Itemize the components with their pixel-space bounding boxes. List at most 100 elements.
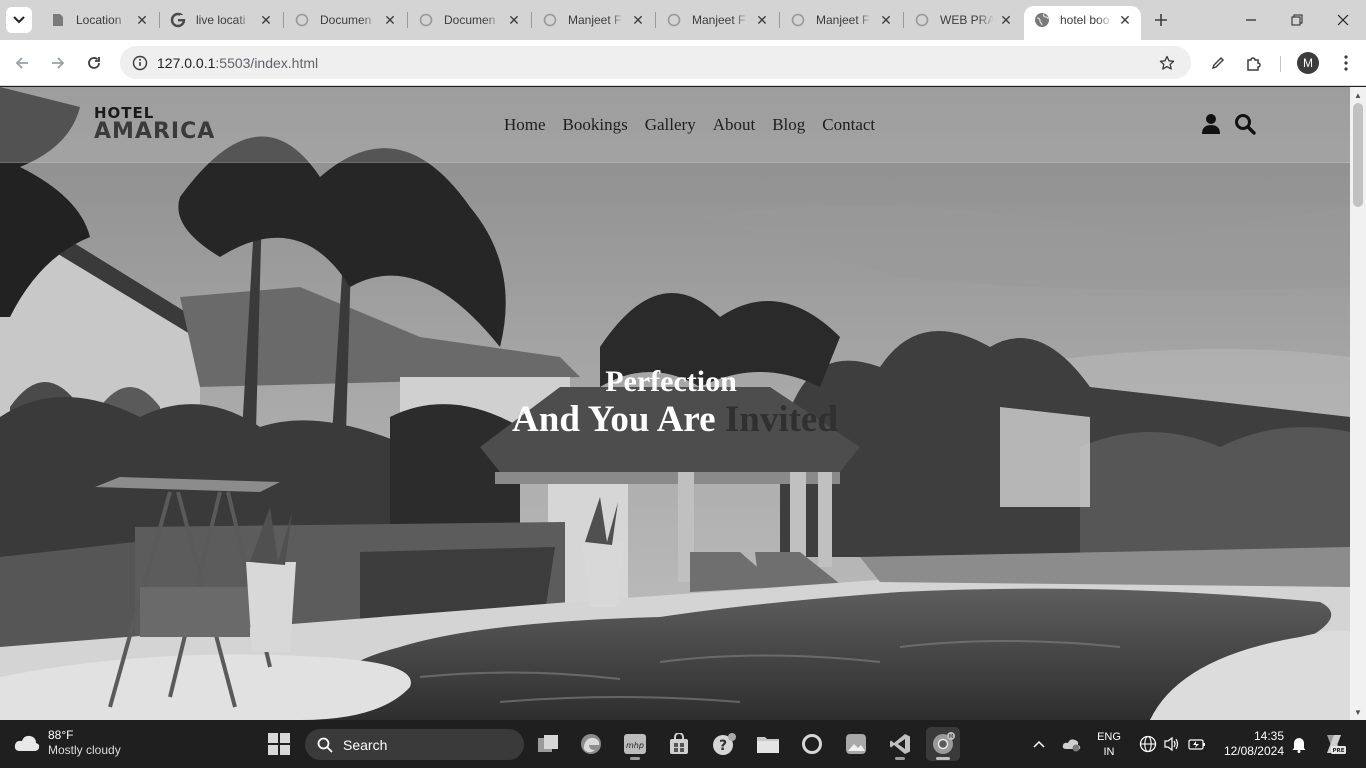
chevron-up-icon xyxy=(1033,740,1045,748)
weather-temperature: 88°F xyxy=(48,728,74,742)
tab-search-button[interactable] xyxy=(6,7,32,33)
close-tab-icon[interactable]: ✕ xyxy=(1117,12,1133,28)
site-header: HOTEL AMARICA Home Bookings Gallery Abou… xyxy=(0,87,1350,163)
scroll-down-arrow-icon[interactable]: ▼ xyxy=(1350,704,1366,720)
battery-charging-icon xyxy=(1188,739,1205,750)
browser-toolbar: 127.0.0.1:5503/index.html M xyxy=(0,40,1366,86)
new-tab-button[interactable] xyxy=(1150,9,1172,31)
system-clock[interactable]: 14:35 12/08/2024 xyxy=(1210,729,1284,759)
browser-tab[interactable]: Manjeet F ✕ xyxy=(532,6,654,34)
taskbar-mhp-app[interactable]: mhp xyxy=(618,727,652,761)
running-indicator xyxy=(895,757,905,760)
taskbar-file-explorer[interactable] xyxy=(751,727,785,761)
arrow-left-icon xyxy=(15,57,28,69)
chrome-menu-button[interactable] xyxy=(1333,50,1359,76)
restore-button[interactable] xyxy=(1274,6,1320,34)
nav-blog[interactable]: Blog xyxy=(772,115,805,135)
running-indicator xyxy=(630,757,640,760)
page-scrollbar[interactable]: ▲ ▼ xyxy=(1350,87,1366,720)
speaker-icon xyxy=(1164,736,1179,752)
taskbar-help[interactable]: ? xyxy=(707,727,741,761)
tab-title: Location xyxy=(76,13,122,27)
browser-tab[interactable]: WEB PRA ✕ xyxy=(904,6,1022,34)
browser-tab[interactable]: Documen ✕ xyxy=(408,6,530,34)
close-tab-icon[interactable]: ✕ xyxy=(134,12,150,28)
show-hidden-icons-button[interactable] xyxy=(1029,734,1049,754)
onedrive-tray[interactable] xyxy=(1062,734,1082,754)
lang-eng: ENG xyxy=(1097,731,1121,743)
taskbar-vscode[interactable] xyxy=(883,727,917,761)
extensions-button[interactable] xyxy=(1241,50,1267,76)
user-icon[interactable] xyxy=(1200,113,1222,135)
nav-about[interactable]: About xyxy=(713,115,756,135)
taskbar-edge[interactable] xyxy=(574,727,608,761)
nav-home[interactable]: Home xyxy=(504,115,546,135)
close-tab-icon[interactable]: ✕ xyxy=(382,12,398,28)
loading-favicon-icon xyxy=(790,12,806,28)
forward-button[interactable] xyxy=(45,50,71,76)
nav-bookings[interactable]: Bookings xyxy=(563,115,628,135)
restore-icon xyxy=(1291,14,1303,26)
close-tab-icon[interactable]: ✕ xyxy=(754,12,770,28)
close-tab-icon[interactable]: ✕ xyxy=(258,12,274,28)
minimize-button[interactable] xyxy=(1228,6,1274,34)
site-logo[interactable]: HOTEL AMARICA xyxy=(94,105,215,143)
copilot-preview-button[interactable]: PRE xyxy=(1321,732,1347,756)
back-button[interactable] xyxy=(9,50,35,76)
cloud-sync-icon xyxy=(1062,739,1081,752)
bookmark-button[interactable] xyxy=(1156,52,1178,74)
clock-date: 12/08/2024 xyxy=(1223,744,1284,758)
store-bag-icon xyxy=(670,733,688,754)
battery-tray[interactable] xyxy=(1187,734,1207,754)
loading-favicon-icon xyxy=(294,12,310,28)
scroll-thumb[interactable] xyxy=(1353,103,1363,207)
reload-button[interactable] xyxy=(81,50,107,76)
browser-tab-active[interactable]: hotel boo ✕ xyxy=(1024,6,1141,40)
nav-gallery[interactable]: Gallery xyxy=(645,115,696,135)
edit-pen-button[interactable] xyxy=(1205,50,1231,76)
browser-tab[interactable]: Documen ✕ xyxy=(284,6,406,34)
task-view-button[interactable] xyxy=(531,727,565,761)
search-icon[interactable] xyxy=(1234,113,1256,135)
close-tab-icon[interactable]: ✕ xyxy=(878,12,894,28)
taskbar-photos[interactable] xyxy=(839,727,873,761)
close-tab-icon[interactable]: ✕ xyxy=(506,12,522,28)
browser-tab[interactable]: live locati ✕ xyxy=(160,6,282,34)
scroll-up-arrow-icon[interactable]: ▲ xyxy=(1350,87,1366,103)
browser-tab[interactable]: Location ✕ xyxy=(40,6,158,34)
taskbar-store[interactable] xyxy=(662,727,696,761)
toolbar-divider xyxy=(1280,56,1281,72)
search-label: Search xyxy=(343,736,388,753)
start-button[interactable] xyxy=(262,727,296,761)
address-bar[interactable]: 127.0.0.1:5503/index.html xyxy=(120,46,1191,79)
taskbar-chrome[interactable]: M xyxy=(926,727,960,761)
close-tab-icon[interactable]: ✕ xyxy=(998,12,1014,28)
tab-title: Documen xyxy=(320,13,372,27)
nav-contact[interactable]: Contact xyxy=(822,115,875,135)
profile-avatar[interactable]: M xyxy=(1297,52,1319,74)
taskbar-ring-app[interactable] xyxy=(795,727,829,761)
browser-tab[interactable]: Manjeet F ✕ xyxy=(656,6,778,34)
hero-heading: Perfection And You Are Invited xyxy=(0,365,1350,441)
input-language[interactable]: ENG IN xyxy=(1094,730,1124,760)
browser-tab-strip: Location ✕ live locati ✕ Documen ✕ Docum… xyxy=(0,0,1366,40)
page-viewport: HOTEL AMARICA Home Bookings Gallery Abou… xyxy=(0,87,1350,720)
bell-icon xyxy=(1292,738,1306,753)
close-window-button[interactable] xyxy=(1320,6,1366,34)
weather-widget[interactable]: 88°F Mostly cloudy xyxy=(14,728,121,758)
arrow-right-icon xyxy=(52,57,65,69)
edge-browser-icon xyxy=(581,734,601,754)
photos-icon xyxy=(846,734,866,754)
url-text[interactable]: 127.0.0.1:5503/index.html xyxy=(157,55,318,71)
network-tray[interactable] xyxy=(1138,734,1158,754)
pen-icon xyxy=(1211,57,1224,70)
windows-taskbar: 88°F Mostly cloudy Search mhp ? M ENG IN… xyxy=(0,720,1366,768)
taskbar-search-box[interactable]: Search xyxy=(305,729,524,760)
close-tab-icon[interactable]: ✕ xyxy=(630,12,646,28)
browser-tab[interactable]: Manjeet F ✕ xyxy=(780,6,902,34)
notifications-button[interactable] xyxy=(1289,734,1309,754)
vscode-icon xyxy=(890,734,910,754)
volume-tray[interactable] xyxy=(1162,734,1182,754)
tab-title: live locati xyxy=(196,13,246,27)
site-info-button[interactable] xyxy=(128,51,152,75)
